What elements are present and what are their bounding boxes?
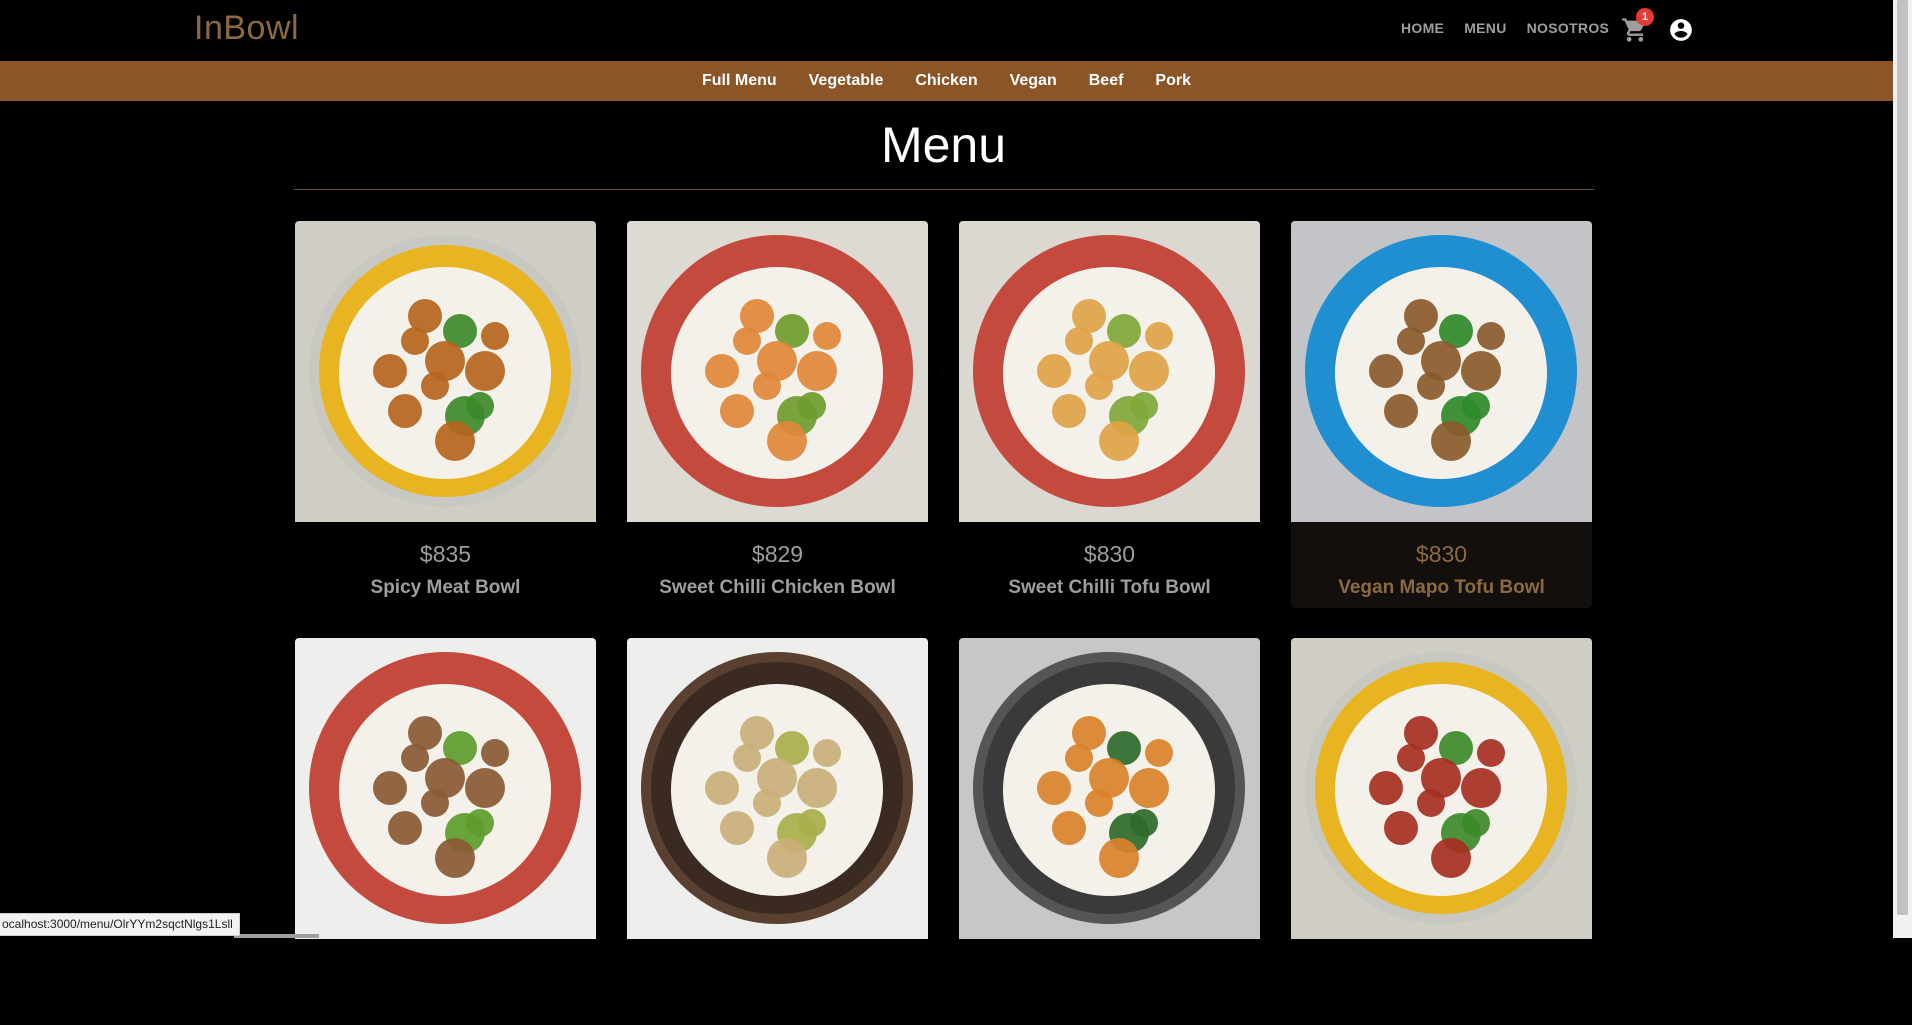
cart-count-badge: 1 xyxy=(1636,8,1654,26)
menu-item-card[interactable]: $830 Vegan Mapo Tofu Bowl xyxy=(1291,221,1592,608)
item-name: Spicy Meat Bowl xyxy=(370,577,521,598)
category-beef[interactable]: Beef xyxy=(1089,72,1124,90)
category-full-menu[interactable]: Full Menu xyxy=(702,72,777,90)
vertical-scrollbar[interactable] xyxy=(1893,0,1912,938)
category-vegetable[interactable]: Vegetable xyxy=(809,72,884,90)
bowl-photo xyxy=(1291,221,1592,522)
top-nav: HOME MENU NOSOTROS xyxy=(1401,20,1629,36)
scrollbar-thumb[interactable] xyxy=(1897,0,1908,915)
horizontal-scroll-indicator xyxy=(234,934,319,938)
menu-item-card[interactable] xyxy=(1291,638,1592,1025)
item-price: $830 xyxy=(1415,541,1468,567)
menu-item-card[interactable] xyxy=(627,638,928,1025)
nav-menu-link[interactable]: MENU xyxy=(1464,20,1506,36)
account-circle-icon[interactable] xyxy=(1668,17,1694,43)
item-name: Sweet Chilli Chicken Bowl xyxy=(659,577,896,598)
bowl-photo xyxy=(627,638,928,939)
menu-item-card[interactable]: $829 Sweet Chilli Chicken Bowl xyxy=(627,221,928,608)
category-chicken[interactable]: Chicken xyxy=(915,72,977,90)
menu-item-card[interactable]: $830 Sweet Chilli Tofu Bowl xyxy=(959,221,1260,608)
page-title: Menu xyxy=(880,117,1007,173)
item-name: Sweet Chilli Tofu Bowl xyxy=(1008,577,1211,598)
bowl-photo xyxy=(627,221,928,522)
item-price: $829 xyxy=(751,541,804,567)
bowl-photo xyxy=(295,638,596,939)
logo[interactable]: InBowl xyxy=(194,9,299,48)
menu-grid: $835 Spicy Meat Bowl $829 Sweet Chilli Chic… xyxy=(295,221,1592,1025)
item-price: $830 xyxy=(1083,541,1136,567)
title-divider xyxy=(294,189,1594,190)
status-bar-url: ocalhost:3000/menu/OlrYYm2sqctNlgs1Lsll xyxy=(0,913,240,936)
category-bar: Full Menu Vegetable Chicken Vegan Beef P… xyxy=(0,61,1893,101)
menu-item-card[interactable]: $835 Spicy Meat Bowl xyxy=(295,221,596,608)
menu-item-card[interactable] xyxy=(295,638,596,1025)
bowl-photo xyxy=(295,221,596,522)
bowl-photo xyxy=(959,221,1260,522)
top-app-bar: InBowl HOME MENU NOSOTROS 1 xyxy=(0,0,1893,61)
category-pork[interactable]: Pork xyxy=(1155,72,1191,90)
item-name: Vegan Mapo Tofu Bowl xyxy=(1338,577,1545,598)
item-price: $835 xyxy=(419,541,472,567)
bowl-photo xyxy=(959,638,1260,939)
nav-nosotros-link[interactable]: NOSOTROS xyxy=(1527,20,1610,36)
category-vegan[interactable]: Vegan xyxy=(1010,72,1057,90)
bowl-photo xyxy=(1291,638,1592,939)
nav-home-link[interactable]: HOME xyxy=(1401,20,1444,36)
menu-item-card[interactable] xyxy=(959,638,1260,1025)
